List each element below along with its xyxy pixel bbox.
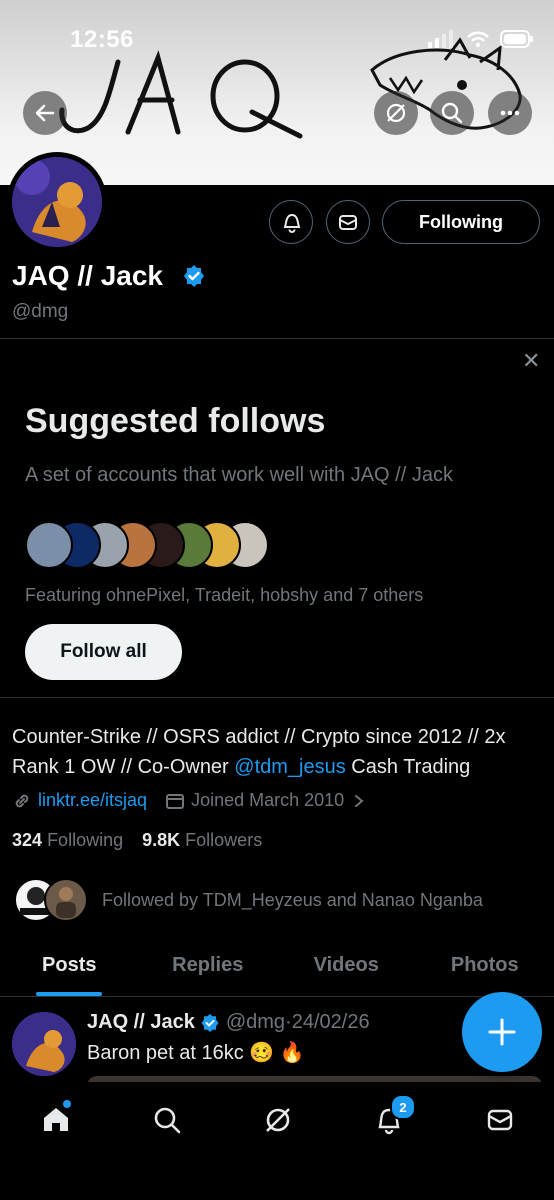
avatar-image [12, 157, 102, 247]
following-button[interactable]: Following [382, 200, 540, 244]
suggested-title: Suggested follows [25, 402, 326, 440]
profile-banner: 12:56 [0, 0, 554, 185]
link-icon [15, 794, 29, 807]
more-button[interactable] [488, 91, 532, 135]
suggested-avatars[interactable] [25, 521, 269, 569]
post-avatar[interactable] [12, 1012, 76, 1076]
profile-tabs: Posts Replies Videos Photos [0, 950, 554, 997]
notify-button[interactable] [269, 200, 313, 244]
post-handle: @dmg [225, 1011, 286, 1033]
nav-messages[interactable] [478, 1098, 522, 1142]
avatar [44, 878, 88, 922]
verified-badge-icon [184, 265, 204, 287]
following-count: 324 [12, 830, 43, 850]
battery-icon [500, 30, 533, 48]
mail-icon [339, 215, 357, 230]
post-text: Baron pet at 16kc 🥴 🔥 [87, 1042, 305, 1064]
search-button[interactable] [430, 91, 474, 135]
status-icons [428, 30, 534, 48]
post-date: 24/02/26 [291, 1011, 370, 1033]
bio: Counter-Strike // OSRS addict // Crypto … [12, 722, 542, 782]
nav-notifications[interactable]: 2 [367, 1094, 416, 1142]
compose-button[interactable] [462, 992, 542, 1072]
post-meta: @dmg·24/02/26 [226, 1011, 370, 1034]
tab-photos[interactable]: Photos [416, 950, 554, 996]
profile-avatar[interactable] [7, 152, 107, 252]
profile-meta: linktr.ee/itsjaq Joined March 2010 [12, 790, 366, 811]
follow-stats: 324 Following 9.8K Followers [12, 830, 262, 851]
plus-icon [488, 1018, 516, 1046]
tab-replies[interactable]: Replies [139, 950, 278, 996]
grok-icon [266, 1108, 290, 1132]
grok-button[interactable] [374, 91, 418, 135]
followers-count: 9.8K [142, 830, 181, 850]
grok-icon [386, 103, 406, 123]
status-time: 12:56 [70, 26, 134, 53]
tab-videos[interactable]: Videos [277, 950, 416, 996]
followers-label: Followers [185, 830, 263, 850]
followers-stat[interactable]: 9.8K Followers [142, 830, 262, 850]
message-button[interactable] [326, 200, 370, 244]
bell-plus-icon [283, 213, 301, 233]
suggested-featuring: Featuring ohnePixel, Tradeit, hobshy and… [25, 585, 424, 605]
search-icon [441, 102, 463, 124]
search-icon [154, 1107, 181, 1134]
arrow-left-icon [35, 104, 55, 122]
display-name: JAQ // Jack [12, 260, 163, 291]
suggested-subtitle: A set of accounts that work well with JA… [25, 464, 453, 486]
back-button[interactable] [23, 91, 67, 135]
calendar-icon [166, 793, 185, 809]
suggested-avatar [25, 521, 73, 569]
chevron-right-icon[interactable] [352, 794, 366, 808]
verified-badge-icon [201, 1013, 219, 1032]
nav-search[interactable] [145, 1098, 189, 1142]
divider [0, 338, 554, 339]
post-header: JAQ // Jack @dmg·24/02/26 [87, 1011, 370, 1034]
home-icon [44, 1108, 68, 1131]
nav-grok[interactable] [256, 1098, 300, 1142]
profile-link[interactable]: linktr.ee/itsjaq [38, 790, 147, 811]
signal-icon [428, 30, 453, 48]
bio-text-end: Cash Trading [345, 756, 471, 778]
bio-mention-link[interactable]: @tdm_jesus [234, 756, 345, 778]
following-label: Following [47, 830, 124, 850]
bottom-nav: 2 [0, 1082, 554, 1200]
nav-home[interactable] [34, 1098, 78, 1142]
handle: @dmg [12, 301, 69, 322]
follow-all-button[interactable]: Follow all [25, 624, 182, 680]
followed-by-text: Followed by TDM_Heyzeus and Nanao Nganba [102, 889, 483, 910]
post-author-name[interactable]: JAQ // Jack [87, 1011, 195, 1034]
post-dot: · [285, 1011, 292, 1033]
wifi-icon [467, 31, 489, 48]
tab-posts[interactable]: Posts [0, 950, 139, 996]
close-icon[interactable]: ✕ [522, 348, 540, 374]
divider [0, 697, 554, 698]
following-stat[interactable]: 324 Following [12, 830, 123, 850]
joined-date: Joined March 2010 [191, 790, 345, 810]
home-indicator-dot [63, 1100, 71, 1108]
followed-by[interactable]: Followed by TDM_Heyzeus and Nanao Nganba [14, 878, 483, 922]
notification-badge: 2 [390, 1094, 416, 1120]
followed-by-avatars [14, 878, 88, 922]
mail-icon [487, 1109, 513, 1131]
more-icon [500, 110, 520, 116]
